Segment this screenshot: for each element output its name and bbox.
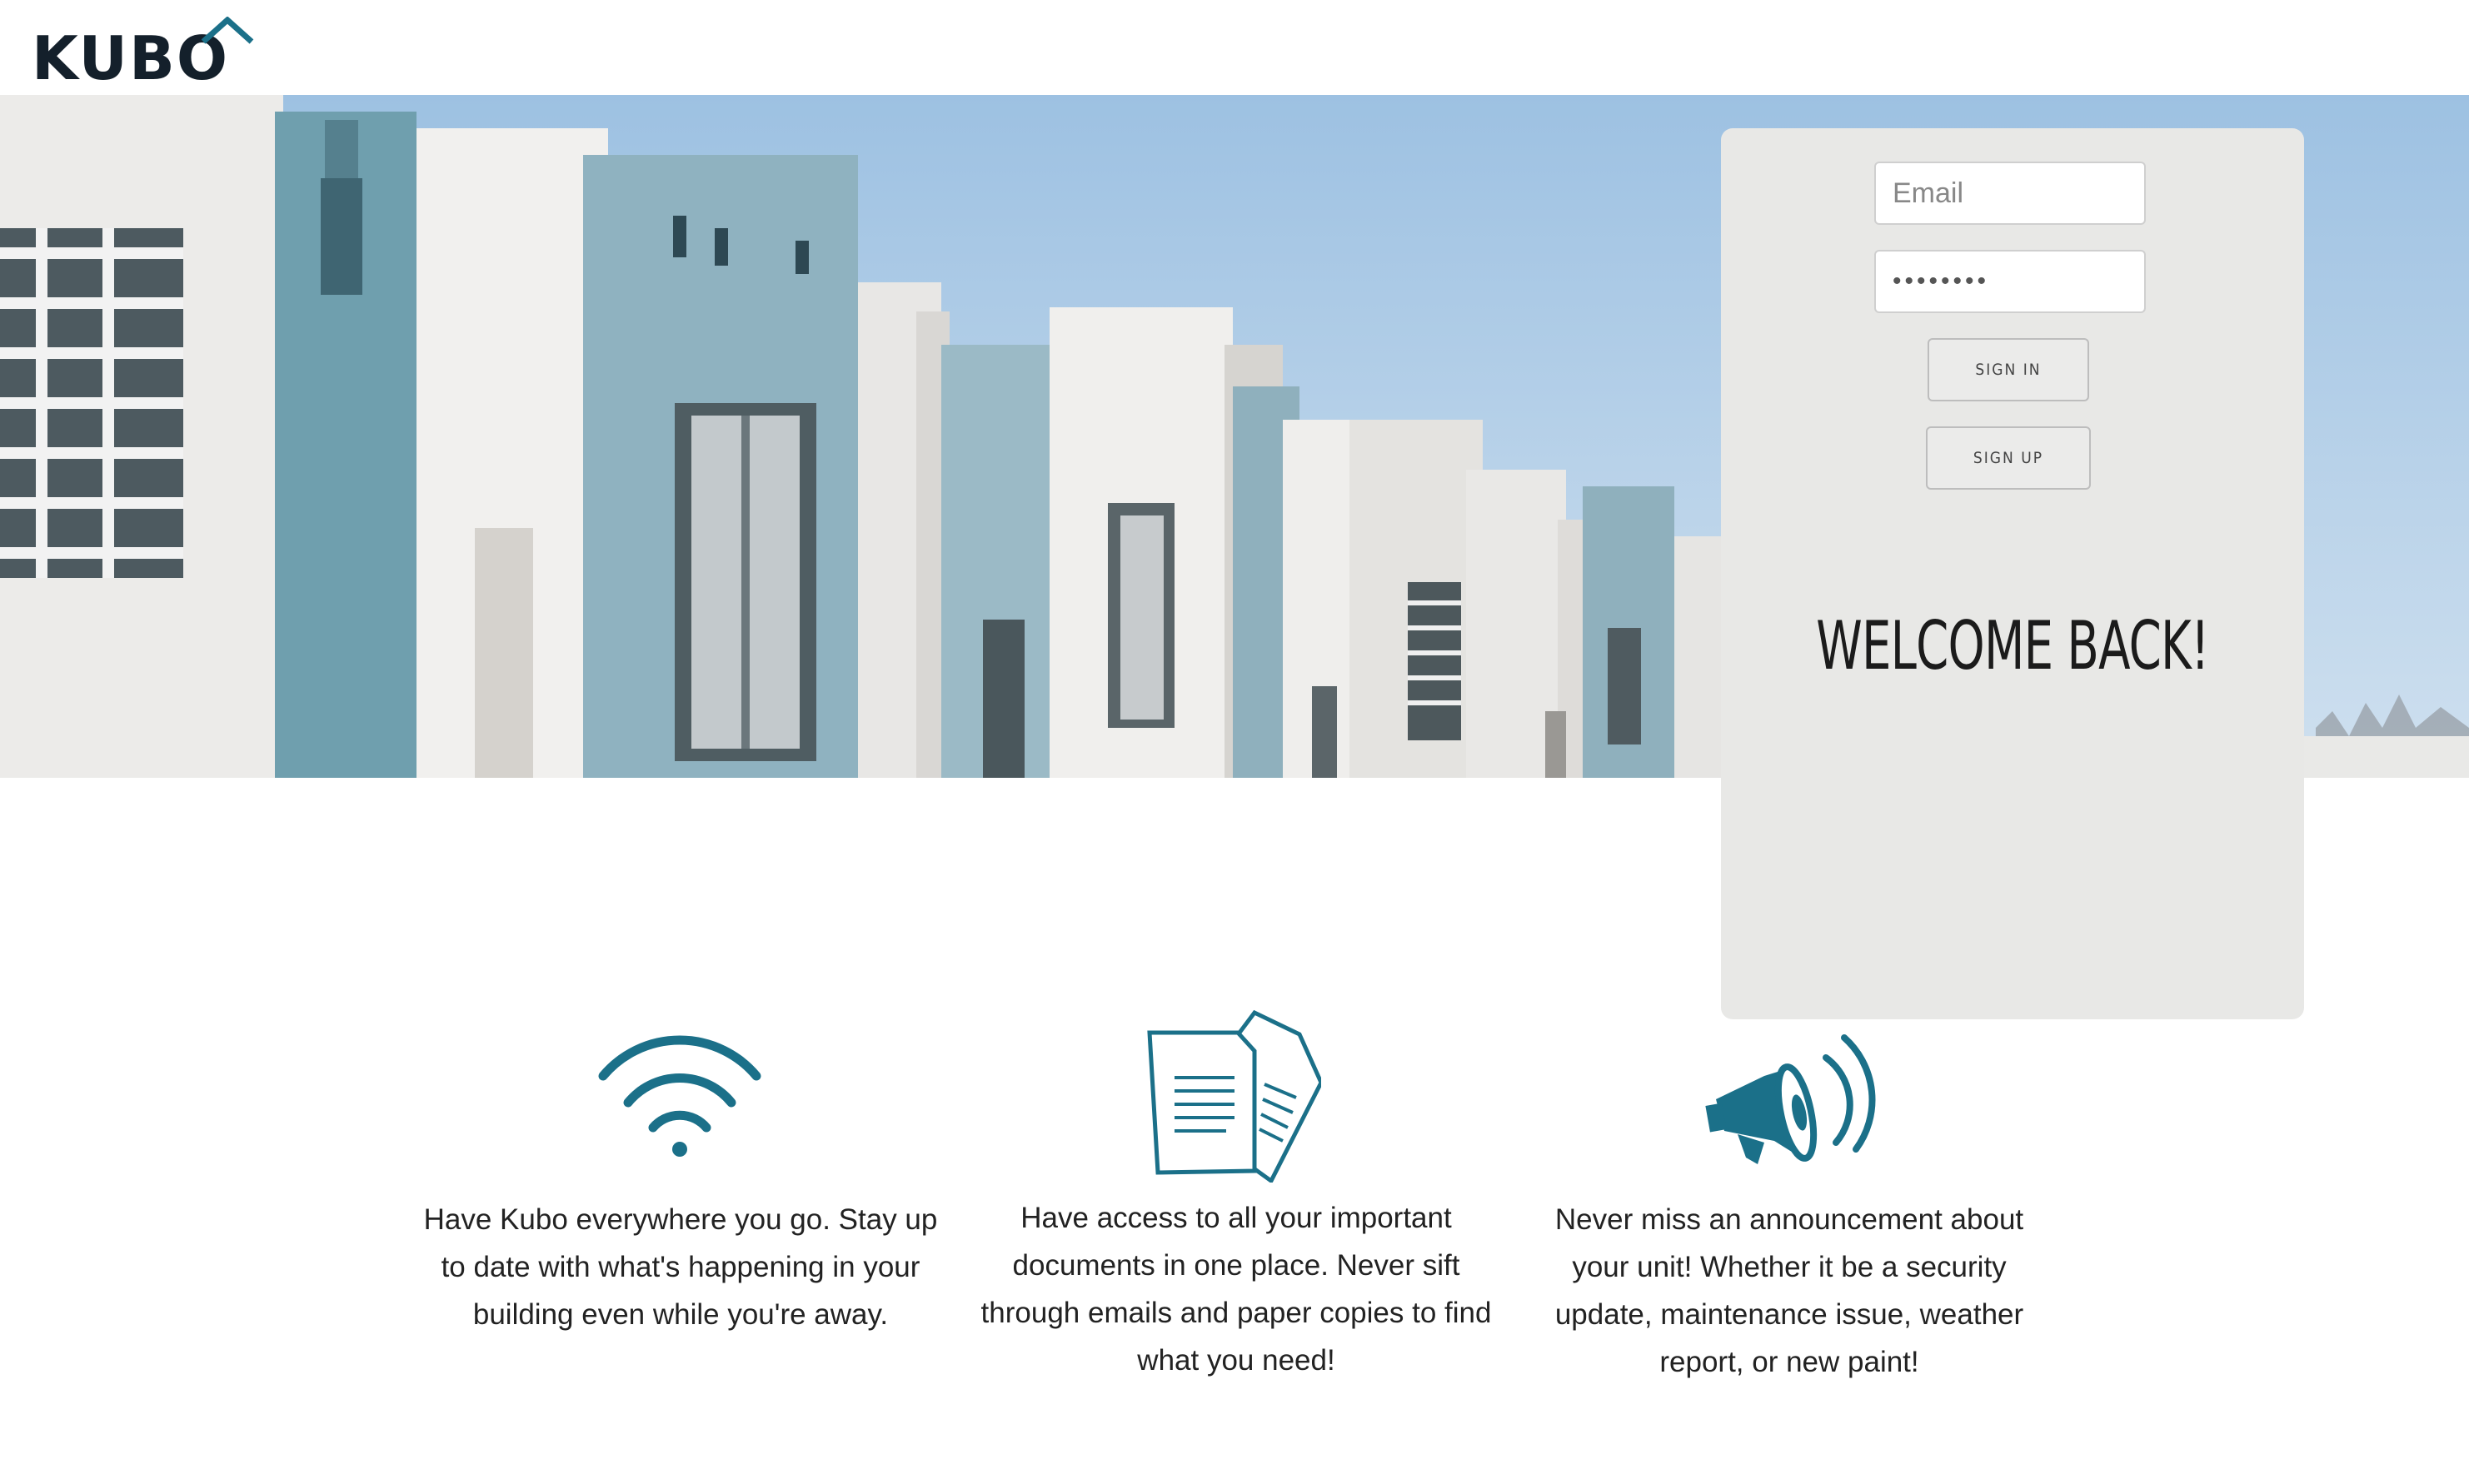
wifi-icon [598, 1035, 761, 1157]
feature-announcements-text: Never miss an announcement about your un… [1554, 1203, 2024, 1378]
welcome-heading: WELCOME BACK! [1816, 607, 2209, 685]
feature-documents-text: Have access to all your important docume… [980, 1202, 1492, 1377]
login-panel: SIGN IN SIGN UP WELCOME BACK! [1721, 128, 2304, 1019]
email-field[interactable] [1874, 162, 2146, 225]
documents-icon [1147, 1009, 1321, 1183]
password-field[interactable] [1874, 250, 2146, 313]
feature-wifi-text: Have Kubo everywhere you go. Stay up to … [423, 1203, 938, 1331]
sign-in-button[interactable]: SIGN IN [1928, 338, 2089, 401]
house-roof-icon [201, 17, 254, 44]
kubo-logo[interactable]: KUBO [32, 17, 254, 93]
megaphone-icon [1705, 1034, 1876, 1164]
sign-up-button[interactable]: SIGN UP [1926, 426, 2091, 490]
header: KUBO [0, 0, 2469, 95]
